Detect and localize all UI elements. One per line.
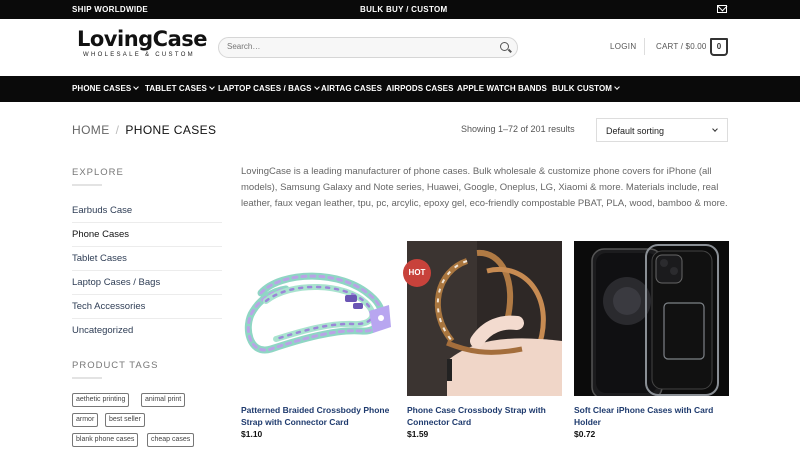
bulk-buy-link[interactable]: BULK BUY / CUSTOM: [360, 5, 447, 14]
chevron-down-icon: [133, 84, 140, 90]
hot-badge: HOT: [403, 259, 431, 287]
chevron-down-icon: [209, 84, 215, 90]
cart-bag-icon[interactable]: 0: [710, 38, 728, 56]
nav-tablet-cases[interactable]: TABLET CASES: [145, 84, 215, 93]
tag-animal-print[interactable]: animal print: [141, 393, 186, 407]
breadcrumb-separator: /: [115, 123, 120, 137]
divider: [72, 222, 222, 223]
nav-label: PHONE CASES: [72, 84, 132, 93]
product-title[interactable]: Patterned Braided Crossbody Phone Strap …: [241, 404, 396, 428]
main-nav: PHONE CASES TABLET CASES LAPTOP CASES / …: [0, 76, 800, 102]
heading-underline: [72, 377, 102, 379]
chevron-down-icon: [614, 84, 620, 90]
breadcrumb: HOME / PHONE CASES: [72, 123, 216, 137]
sidebar-item-tech-accessories[interactable]: Tech Accessories: [72, 301, 222, 312]
nav-phone-cases[interactable]: PHONE CASES: [72, 84, 140, 93]
nav-apple-watch-bands[interactable]: APPLE WATCH BANDS: [457, 84, 547, 93]
product-price: $1.59: [407, 429, 429, 439]
product-title[interactable]: Phone Case Crossbody Strap with Connecto…: [407, 404, 562, 428]
category-description: LovingCase is a leading manufacturer of …: [241, 166, 728, 209]
login-link[interactable]: LOGIN: [610, 42, 636, 51]
tag-best-seller[interactable]: best seller: [105, 413, 145, 427]
breadcrumb-current: PHONE CASES: [125, 123, 217, 137]
product-image[interactable]: [407, 241, 562, 396]
sidebar-item-phone-cases[interactable]: Phone Cases: [72, 229, 222, 240]
nav-label: TABLET CASES: [145, 84, 207, 93]
tag-aethetic-printing[interactable]: aethetic printing: [72, 393, 130, 407]
results-count: Showing 1–72 of 201 results: [461, 124, 575, 134]
cart-link[interactable]: CART / $0.00: [656, 42, 707, 51]
sidebar-item-uncategorized[interactable]: Uncategorized: [72, 325, 222, 336]
nav-airpods-cases[interactable]: AIRPODS CASES: [386, 84, 454, 93]
breadcrumb-home[interactable]: HOME: [72, 123, 110, 137]
explore-heading: EXPLORE: [72, 167, 124, 178]
nav-label: AIRTAG CASES: [321, 84, 383, 93]
top-bar: SHIP WORLDWIDE BULK BUY / CUSTOM: [0, 0, 800, 19]
nav-label: AIRPODS CASES: [386, 84, 454, 93]
nav-laptop-cases[interactable]: LAPTOP CASES / BAGS: [218, 84, 320, 93]
divider: [72, 294, 222, 295]
divider: [72, 270, 222, 271]
tag-armor[interactable]: armor: [72, 413, 99, 427]
sidebar-item-laptop-cases[interactable]: Laptop Cases / Bags: [72, 277, 222, 288]
ship-worldwide-link[interactable]: SHIP WORLDWIDE: [72, 5, 148, 14]
nav-label: APPLE WATCH BANDS: [457, 84, 547, 93]
search-box: [218, 37, 518, 58]
sort-selected: Default sorting: [606, 126, 665, 136]
sidebar-item-tablet-cases[interactable]: Tablet Cases: [72, 253, 222, 264]
header-divider: [644, 38, 645, 55]
chevron-down-icon: [712, 126, 718, 132]
search-icon[interactable]: [500, 42, 509, 51]
divider: [72, 246, 222, 247]
search-input[interactable]: [227, 42, 487, 51]
product-title[interactable]: Soft Clear iPhone Cases with Card Holder: [574, 404, 729, 428]
product-price: $1.10: [241, 429, 263, 439]
tag-cheap-cases[interactable]: cheap cases: [147, 433, 195, 447]
heading-underline: [72, 184, 102, 186]
nav-label: LAPTOP CASES / BAGS: [218, 84, 312, 93]
sort-select[interactable]: Default sorting: [596, 118, 728, 142]
site-logo[interactable]: LovingCase WHOLESALE & CUSTOM: [77, 27, 208, 58]
nav-label: BULK CUSTOM: [552, 84, 613, 93]
sidebar-item-earbuds-case[interactable]: Earbuds Case: [72, 205, 222, 216]
product-tags-heading: PRODUCT TAGS: [72, 360, 159, 371]
logo-name: LovingCase: [77, 27, 208, 51]
logo-tagline: WHOLESALE & CUSTOM: [83, 52, 195, 58]
product-price: $0.72: [574, 429, 596, 439]
mail-icon[interactable]: [717, 5, 727, 13]
chevron-down-icon: [313, 84, 320, 90]
nav-airtag-cases[interactable]: AIRTAG CASES: [321, 84, 382, 93]
tag-blank-phone-cases[interactable]: blank phone cases: [72, 433, 139, 447]
divider: [72, 318, 222, 319]
nav-bulk-custom[interactable]: BULK CUSTOM: [552, 84, 620, 93]
product-image[interactable]: [574, 241, 729, 396]
product-image[interactable]: [241, 241, 396, 396]
